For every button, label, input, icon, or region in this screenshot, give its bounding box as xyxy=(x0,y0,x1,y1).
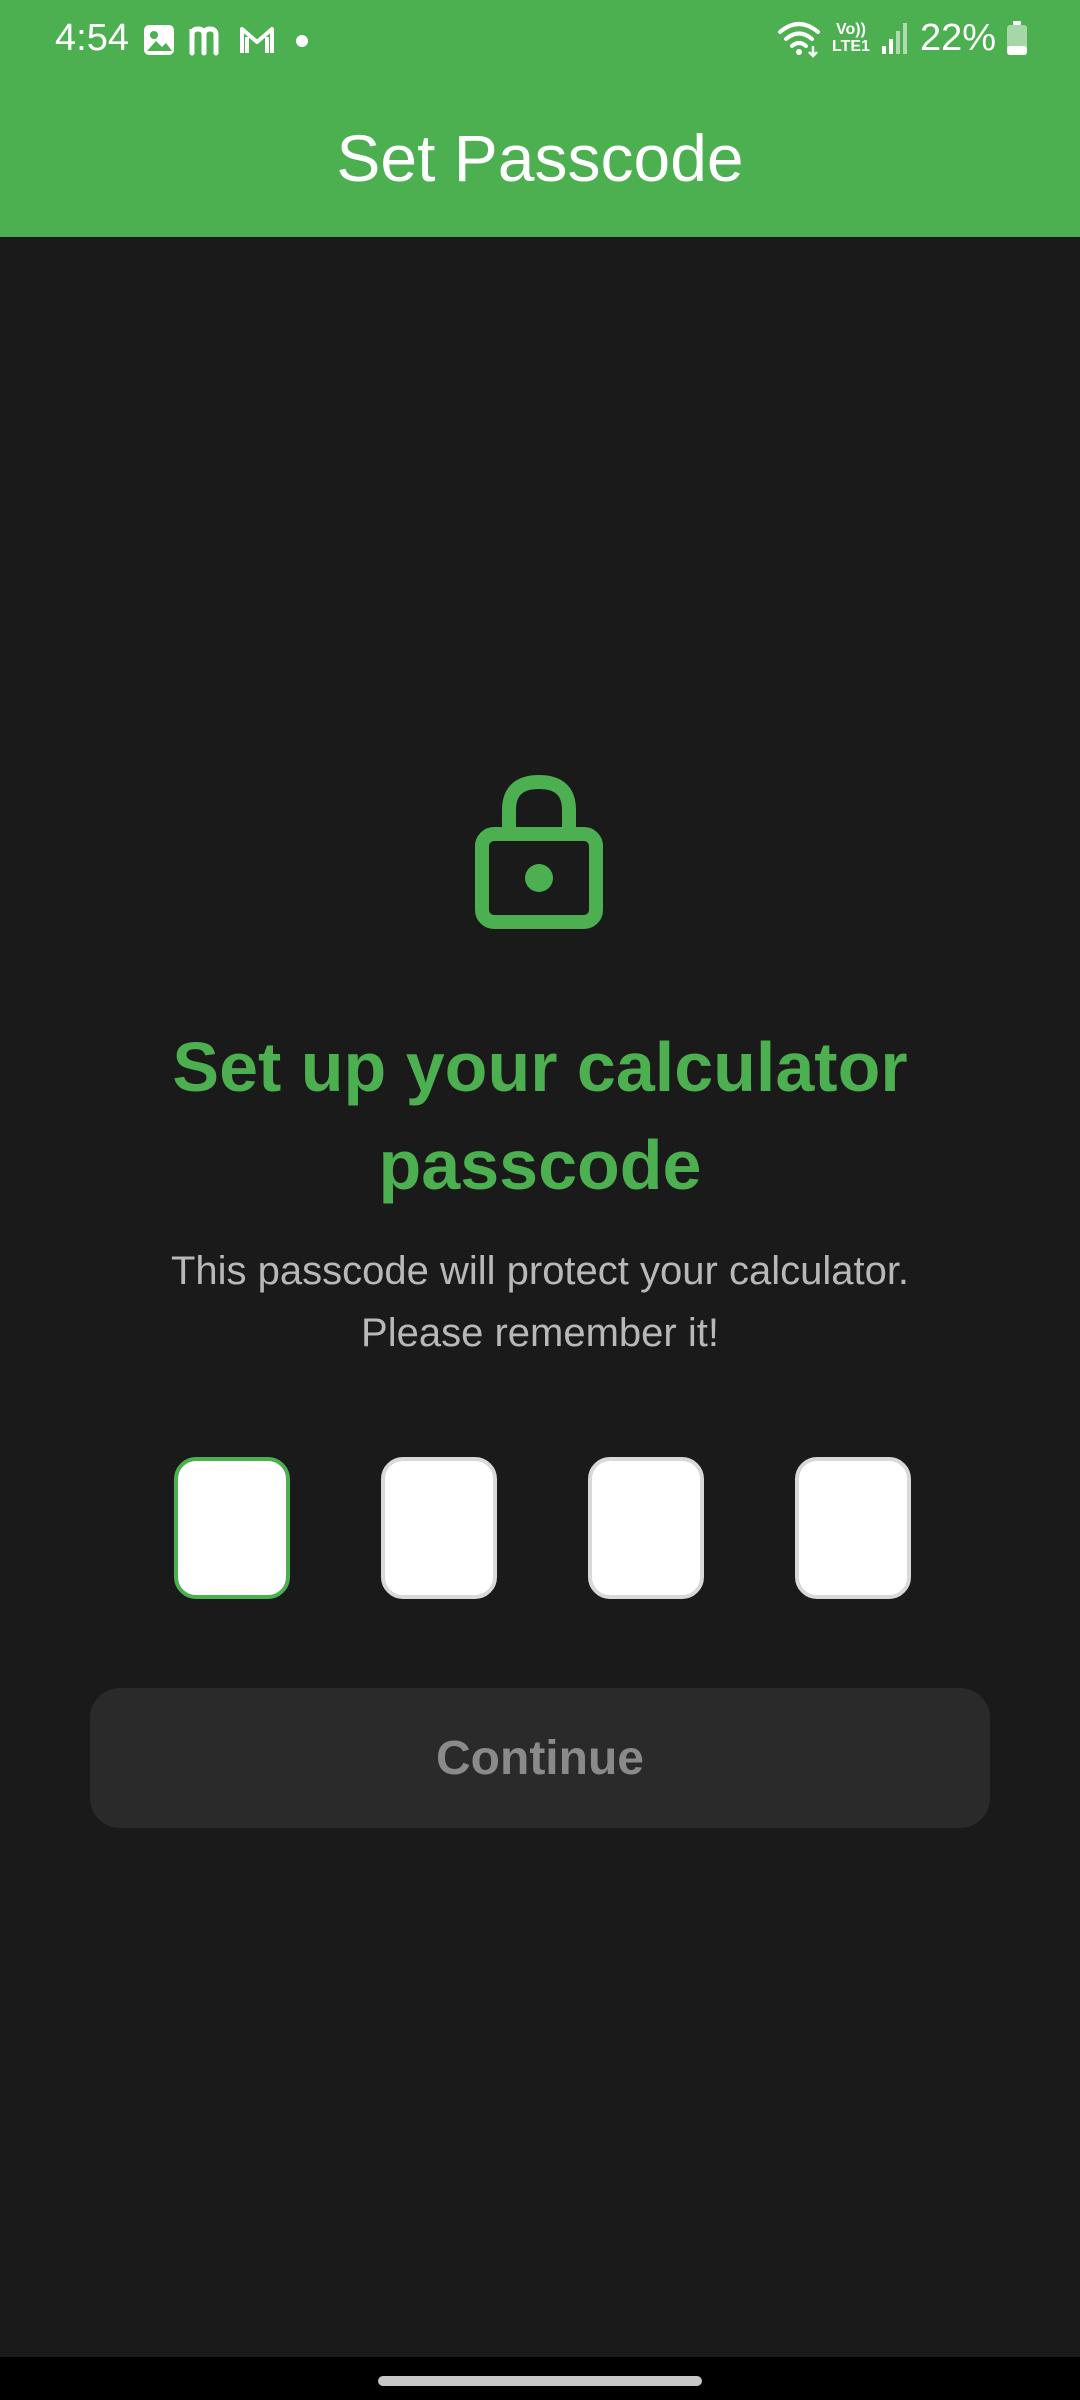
battery-percent: 22% xyxy=(919,17,996,59)
system-icons: Vo)) LTE1 22% xyxy=(776,16,1028,60)
screen: 4:54 Vo)) LTE1 22% Set Passcode Set up y… xyxy=(0,0,1080,2400)
passcode-digit-3[interactable] xyxy=(588,1457,704,1599)
navigation-bar xyxy=(0,2357,1080,2400)
passcode-input-row xyxy=(0,1457,1080,1599)
passcode-digit-2[interactable] xyxy=(381,1457,497,1599)
subtitle-line-2: Please remember it! xyxy=(361,1311,719,1355)
gmail-icon xyxy=(240,27,274,53)
gallery-icon xyxy=(144,25,174,55)
battery-icon xyxy=(1007,21,1027,55)
wifi-icon xyxy=(778,22,820,58)
notification-icons xyxy=(142,20,316,60)
volte-label-top: Vo)) xyxy=(836,21,866,38)
page-subtitle: This passcode will protect your calculat… xyxy=(80,1240,1000,1364)
status-time: 4:54 xyxy=(55,17,129,59)
home-gesture-handle[interactable] xyxy=(378,2376,702,2386)
passcode-digit-1[interactable] xyxy=(174,1457,290,1599)
subtitle-line-1: This passcode will protect your calculat… xyxy=(170,1249,910,1293)
m-app-icon xyxy=(189,26,219,56)
dot-icon xyxy=(296,35,308,47)
status-bar: 4:54 Vo)) LTE1 22% xyxy=(0,0,1080,78)
app-bar-title: Set Passcode xyxy=(336,121,744,195)
header: 4:54 Vo)) LTE1 22% Set Passcode xyxy=(0,0,1080,237)
signal-icon xyxy=(881,23,907,54)
volte-icon: Vo)) LTE1 xyxy=(832,21,870,55)
volte-label-bottom: LTE1 xyxy=(832,38,870,55)
passcode-digit-4[interactable] xyxy=(795,1457,911,1599)
continue-button[interactable]: Continue xyxy=(90,1688,990,1828)
page-title: Set up your calculator passcode xyxy=(172,1028,908,1204)
lock-icon xyxy=(475,774,603,929)
